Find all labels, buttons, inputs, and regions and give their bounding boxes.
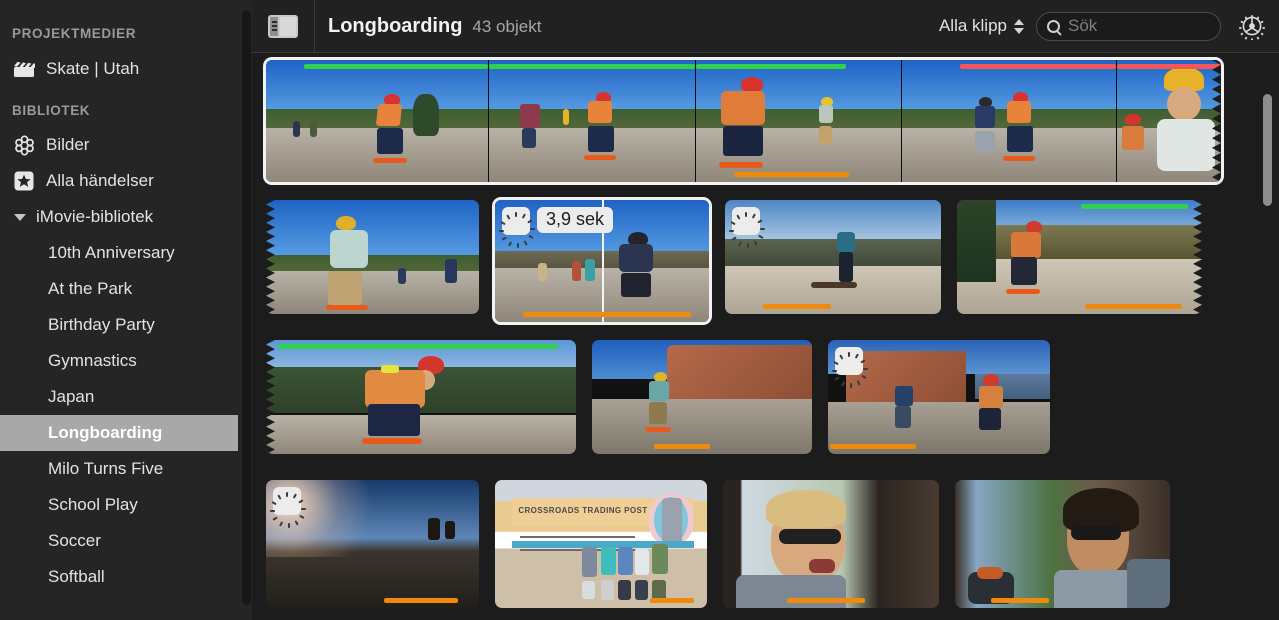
duration-tooltip: 3,9 sek <box>537 207 614 233</box>
sidebar-section-header-projektmedier: PROJEKTMEDIER <box>12 26 137 41</box>
waiting-spinner-badge <box>499 207 535 248</box>
clip-3[interactable] <box>695 60 901 182</box>
browser-row-1 <box>266 60 1279 200</box>
sidebar-item-birthday-party[interactable]: Birthday Party <box>0 307 252 343</box>
settings-button[interactable] <box>1235 9 1269 43</box>
clip-4[interactable] <box>901 60 1116 182</box>
browser-row-2: 3,9 sek <box>266 200 1279 340</box>
sidebar-item-softball[interactable]: Softball <box>0 559 252 595</box>
sidebar-item-10th-anniversary[interactable]: 10th Anniversary <box>0 235 252 271</box>
sidebar-item-bilder[interactable]: Bilder <box>0 127 252 163</box>
clip-8[interactable] <box>725 200 941 314</box>
sidebar-item-label: At the Park <box>48 279 133 298</box>
sidebar-item-imovie-bibliotek[interactable]: iMovie-bibliotek <box>0 199 252 235</box>
waiting-spinner-icon <box>270 492 306 528</box>
search-placeholder: Sök <box>1068 16 1098 35</box>
sidebar-section-header-bibliotek: BIBLIOTEK <box>12 103 91 118</box>
sidebar-item-label: Milo Turns Five <box>48 459 164 478</box>
toolbar-right-group: Alla klipp Sök <box>939 9 1279 43</box>
clip-filter-popup[interactable]: Alla klipp <box>939 16 1036 36</box>
sidebar-item-longboarding[interactable]: Longboarding <box>0 415 238 451</box>
browser-heading: Longboarding 43 objekt <box>315 15 541 38</box>
waiting-spinner-badge <box>270 487 306 528</box>
search-icon <box>1047 19 1060 33</box>
clapperboard-icon <box>12 58 36 80</box>
page-title: Longboarding <box>328 14 463 37</box>
waiting-spinner-icon <box>832 352 868 388</box>
clip-12[interactable] <box>828 340 1050 454</box>
clip-2[interactable] <box>488 60 695 182</box>
sidebar-item-label: Birthday Party <box>48 315 155 334</box>
clip-6[interactable] <box>266 200 479 314</box>
sidebar-item-japan[interactable]: Japan <box>0 379 252 415</box>
waiting-spinner-icon <box>499 212 535 248</box>
sidebar-item-label: 10th Anniversary <box>48 243 175 262</box>
clip-browser-grid[interactable]: 3,9 sek CROSSROADS TRADING POST <box>252 54 1279 620</box>
photos-flower-icon <box>12 134 36 156</box>
clip-13[interactable] <box>266 480 479 608</box>
gear-icon <box>1239 15 1265 40</box>
star-badge-icon <box>12 170 36 192</box>
sidebar-panel-icon <box>268 14 298 38</box>
sidebar-toggle-button[interactable] <box>252 0 315 53</box>
clip-14[interactable]: CROSSROADS TRADING POST <box>495 480 707 608</box>
sidebar-item-label: Japan <box>48 387 95 406</box>
sidebar-item-label: Softball <box>48 567 105 586</box>
sign-text: CROSSROADS TRADING POST <box>518 506 648 516</box>
clip-16[interactable] <box>955 480 1170 608</box>
clip-filter-label: Alla klipp <box>938 16 1007 35</box>
sidebar-item-label: Bilder <box>46 135 90 154</box>
sidebar-item-school-play[interactable]: School Play <box>0 487 252 523</box>
item-count-label: 43 objekt <box>472 16 542 36</box>
library-sidebar: PROJEKTMEDIER Skate | Utah BIBLIOTEK Bil… <box>0 0 252 620</box>
clip-filmstrip-selected[interactable] <box>266 60 1221 182</box>
sidebar-item-label: iMovie-bibliotek <box>36 207 154 226</box>
clip-1[interactable] <box>266 60 488 182</box>
sidebar-item-label: School Play <box>48 495 138 514</box>
clip-9[interactable] <box>957 200 1202 314</box>
sidebar-item-at-the-park[interactable]: At the Park <box>0 271 252 307</box>
sidebar-item-label: Soccer <box>48 531 101 550</box>
updown-stepper-icon[interactable] <box>1014 18 1024 34</box>
clip-10[interactable] <box>266 340 576 454</box>
clip-11[interactable] <box>592 340 812 454</box>
sidebar-item-gymnastics[interactable]: Gymnastics <box>0 343 252 379</box>
sidebar-item-alla-handelser[interactable]: Alla händelser <box>0 163 252 199</box>
sidebar-item-label: Alla händelser <box>46 171 154 190</box>
media-browser-panel: Longboarding 43 objekt Alla klipp Sök 3,… <box>252 0 1279 620</box>
browser-scrollbar[interactable] <box>1263 94 1272 206</box>
sidebar-item-milo-turns-five[interactable]: Milo Turns Five <box>0 451 252 487</box>
waiting-spinner-icon <box>729 212 765 248</box>
clip-7[interactable]: 3,9 sek <box>495 200 709 322</box>
search-input[interactable]: Sök <box>1036 11 1221 41</box>
sidebar-item-soccer[interactable]: Soccer <box>0 523 252 559</box>
sidebar-item-label: Skate | Utah <box>46 59 140 78</box>
clip-5[interactable] <box>1116 60 1221 182</box>
browser-toolbar: Longboarding 43 objekt Alla klipp Sök <box>252 0 1279 53</box>
sidebar-item-label: Longboarding <box>48 423 163 442</box>
browser-row-3 <box>266 340 1279 480</box>
sidebar-item-label: Gymnastics <box>48 351 137 370</box>
disclosure-triangle-icon[interactable] <box>14 213 26 221</box>
sidebar-scrollbar[interactable] <box>242 10 251 605</box>
waiting-spinner-badge <box>832 347 868 388</box>
sidebar-item-skate-utah[interactable]: Skate | Utah <box>0 51 252 87</box>
waiting-spinner-badge <box>729 207 765 248</box>
imovie-window: PROJEKTMEDIER Skate | Utah BIBLIOTEK Bil… <box>0 0 1279 620</box>
browser-row-4: CROSSROADS TRADING POST <box>266 480 1279 620</box>
clip-15[interactable] <box>723 480 939 608</box>
